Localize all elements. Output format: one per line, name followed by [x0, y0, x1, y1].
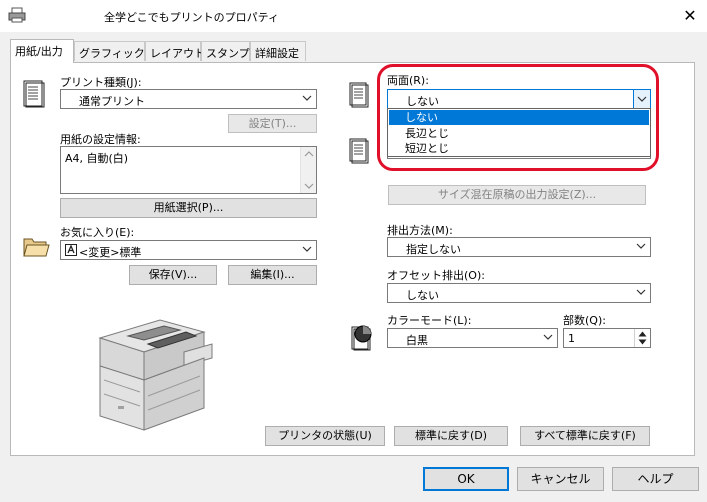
output-method-value: 指定しない: [406, 243, 461, 256]
help-button[interactable]: ヘルプ: [612, 467, 699, 491]
print-type-select[interactable]: 通常プリント: [60, 89, 317, 109]
duplex-option-short-edge[interactable]: 短辺とじ: [389, 141, 649, 156]
printer-status-button[interactable]: プリンタの状態(U): [265, 426, 385, 446]
printer-illustration: [98, 319, 213, 431]
reset-default-button[interactable]: 標準に戻す(D): [394, 426, 508, 446]
favorites-select[interactable]: <変更>標準: [60, 240, 317, 260]
cancel-button[interactable]: キャンセル: [517, 467, 604, 491]
chevron-down-icon: [543, 334, 553, 340]
window-title: 全学どこでもプリントのプロパティ: [104, 11, 280, 24]
output-document-icon: [349, 138, 369, 164]
chevron-down-icon: [636, 289, 646, 295]
print-type-settings-button[interactable]: 設定(T)...: [228, 114, 317, 133]
color-mode-select[interactable]: 白黒: [387, 328, 558, 348]
tab-stamp[interactable]: スタンプ: [201, 41, 250, 61]
copies-label: 部数(Q):: [563, 314, 606, 327]
duplex-select[interactable]: しない: [387, 89, 651, 109]
reset-all-button[interactable]: すべて標準に戻す(F): [520, 426, 650, 446]
chevron-down-icon: [302, 95, 312, 101]
output-method-label: 排出方法(M):: [387, 224, 453, 237]
ok-button[interactable]: OK: [423, 467, 509, 491]
close-button[interactable]: ✕: [680, 6, 700, 26]
scroll-up-icon[interactable]: [304, 150, 314, 158]
copies-spin-buttons[interactable]: [634, 329, 650, 347]
tab-paper-output[interactable]: 用紙/出力: [10, 39, 74, 63]
scroll-down-icon[interactable]: [304, 182, 314, 190]
favorite-type-icon: [65, 244, 77, 256]
folder-icon: [23, 238, 50, 257]
mixed-size-output-button[interactable]: サイズ混在原稿の出力設定(Z)...: [388, 185, 646, 205]
favorites-save-button[interactable]: 保存(V)...: [129, 265, 217, 285]
paper-info-label: 用紙の設定情報:: [60, 133, 141, 146]
paper-select-button[interactable]: 用紙選択(P)...: [60, 198, 317, 218]
paper-info-value: A4, 自動(白): [65, 152, 129, 165]
chevron-down-icon: [637, 96, 647, 102]
duplex-label: 両面(R):: [387, 74, 429, 87]
tab-advanced[interactable]: 詳細設定: [250, 41, 306, 61]
favorites-value: <変更>標準: [79, 246, 142, 259]
output-method-select[interactable]: 指定しない: [387, 237, 651, 257]
color-mode-label: カラーモード(L):: [387, 314, 472, 327]
favorites-label: お気に入り(E):: [60, 226, 135, 239]
tab-graphics[interactable]: グラフィックス: [74, 41, 155, 61]
chevron-down-icon: [302, 246, 312, 252]
duplex-option-none[interactable]: しない: [389, 110, 649, 125]
color-mode-icon: [351, 325, 372, 351]
print-type-label: プリント種類(J):: [60, 76, 142, 89]
document-icon: [23, 80, 45, 108]
paper-info-scrollbar[interactable]: [300, 147, 316, 193]
print-type-value: 通常プリント: [79, 95, 145, 108]
duplex-options-list[interactable]: しない 長辺とじ 短辺とじ: [387, 108, 651, 157]
copies-value[interactable]: 1: [568, 332, 575, 345]
color-mode-value: 白黒: [406, 334, 428, 347]
favorites-edit-button[interactable]: 編集(I)...: [228, 265, 317, 285]
duplex-option-long-edge[interactable]: 長辺とじ: [389, 126, 649, 141]
offset-value: しない: [406, 289, 439, 302]
spin-up-icon[interactable]: [638, 331, 647, 337]
duplex-value: しない: [406, 95, 439, 108]
copies-stepper[interactable]: 1: [563, 328, 651, 348]
duplex-dropdown-button[interactable]: [633, 90, 650, 108]
offset-label: オフセット排出(O):: [387, 269, 485, 282]
tab-layout[interactable]: レイアウト: [145, 41, 205, 61]
paper-info-box: A4, 自動(白): [60, 146, 317, 194]
printer-icon: [8, 7, 26, 23]
spin-down-icon[interactable]: [638, 339, 647, 345]
chevron-down-icon: [636, 243, 646, 249]
duplex-document-icon: [349, 82, 369, 108]
offset-select[interactable]: しない: [387, 283, 651, 303]
